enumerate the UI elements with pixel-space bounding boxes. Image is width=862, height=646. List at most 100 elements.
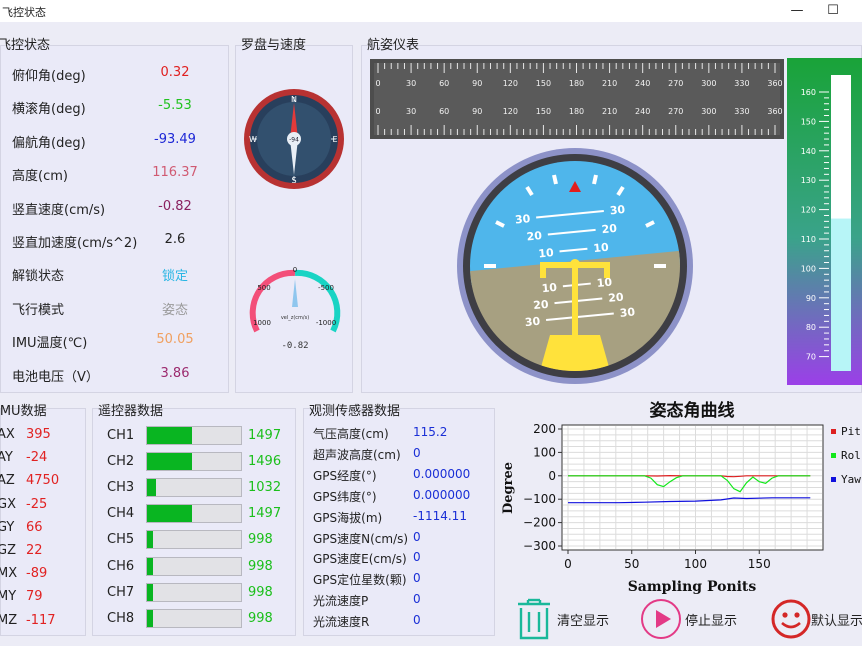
heading-tick-label-bottom: 30 <box>406 107 416 116</box>
pitch-label-left: 20 <box>526 229 543 243</box>
maximize-button[interactable]: ☐ <box>822 1 844 21</box>
heading-tick-label-top: 330 <box>734 79 749 88</box>
sensor-value: 0 <box>413 571 421 586</box>
status-label: 高度(cm) <box>12 169 68 185</box>
sensor-value: 0 <box>413 445 421 460</box>
heading-tick-label-bottom: 240 <box>635 107 650 116</box>
compass-letter-s: S <box>291 176 296 185</box>
status-value: 0.32 <box>160 65 190 80</box>
vertical-speed-needle <box>292 279 298 307</box>
sensor-value: 0 <box>413 550 421 565</box>
heading-tick-label-bottom: 0 <box>375 107 380 116</box>
status-label: 飞行模式 <box>12 302 65 318</box>
altitude-tick-label: 110 <box>801 235 816 244</box>
status-label: 竖直速度(cm/s) <box>12 202 106 218</box>
status-value: -0.82 <box>158 198 192 214</box>
compass-title: 罗盘与速度 <box>241 38 307 53</box>
clear-display-label: 清空显示 <box>557 614 610 629</box>
rc-title: 遥控器数据 <box>98 404 164 419</box>
sensor-label: 光流速度R <box>313 615 370 630</box>
status-row: 高度(cm) 116.37 <box>0 163 229 185</box>
chart-y-tick: 200 <box>533 422 556 436</box>
status-row: 解锁状态 锁定 <box>0 263 229 285</box>
minimize-button[interactable]: — <box>786 1 808 21</box>
altitude-tick-label: 70 <box>806 353 816 362</box>
status-row: 偏航角(deg) -93.49 <box>0 130 229 152</box>
heading-tick-label-bottom: 210 <box>602 107 617 116</box>
sensor-label: GPS速度E(cm/s) <box>313 552 407 567</box>
sensor-value: 0 <box>413 592 421 607</box>
heading-tick-label-bottom: 180 <box>569 107 584 116</box>
chart-y-tick: −200 <box>523 516 556 530</box>
pitch-label-right: 30 <box>609 203 626 217</box>
status-value: 2.6 <box>164 232 186 247</box>
imu-title: IMU数据 <box>0 404 47 419</box>
sensor-label: 气压高度(cm) <box>313 427 389 441</box>
sensor-value: 0.000000 <box>413 487 471 502</box>
sensor-row: 光流速度P 0 <box>0 592 495 610</box>
chart-y-tick: 100 <box>533 445 556 459</box>
sensor-label: GPS海拔(m) <box>313 510 383 525</box>
status-value: 50.05 <box>156 332 194 348</box>
chart-y-label: Degree <box>501 462 516 514</box>
gauge-tick-neg500: -500 <box>318 284 334 292</box>
sensor-value: 0.000000 <box>413 466 471 481</box>
gauge-tick-500: 500 <box>257 284 270 292</box>
heading-tick-label-top: 60 <box>439 79 449 88</box>
gauge-tick-1000: 1000 <box>253 319 271 327</box>
heading-tick-label-top: 30 <box>406 79 416 88</box>
window-title: 飞控状态 <box>2 6 46 19</box>
status-row: 竖直速度(cm/s) -0.82 <box>0 197 229 219</box>
sensor-row: 光流速度R 0 <box>0 613 495 631</box>
heading-tick-label-top: 240 <box>635 79 650 88</box>
heading-tick-label-top: 120 <box>503 79 518 88</box>
compass-letter-w: W <box>249 135 257 144</box>
stop-display-button[interactable]: 停止显示 <box>640 598 740 640</box>
chart-x-tick: 100 <box>684 557 707 571</box>
heading-tick-label-top: 360 <box>767 79 782 88</box>
chart-legend-swatch <box>831 453 836 458</box>
heading-tick-label-top: 150 <box>536 79 551 88</box>
status-value: -5.53 <box>158 98 192 114</box>
chart-legend-swatch <box>831 477 836 482</box>
sensor-label: GPS纬度(°) <box>313 489 377 504</box>
heading-tick-label-top: 180 <box>569 79 584 88</box>
compass-letter-n: N <box>291 95 297 104</box>
sensor-label: 光流速度P <box>313 594 369 609</box>
sensor-label: GPS定位星数(颗) <box>313 573 407 588</box>
status-value: 锁定 <box>161 269 188 285</box>
altitude-tick-label: 150 <box>801 117 816 126</box>
chart-x-tick: 50 <box>624 557 639 571</box>
pitch-label-left: 20 <box>533 298 550 312</box>
gauge-tick-neg1000: -1000 <box>316 319 336 327</box>
altitude-tick-label: 80 <box>806 323 816 332</box>
sensor-row: GPS经度(°) 0.000000 <box>0 467 495 485</box>
smiley-icon <box>771 599 811 639</box>
heading-tick-label-top: 270 <box>668 79 683 88</box>
compass-dial: -94 N E S W <box>244 89 344 189</box>
chart-legend-label: Rol <box>841 449 861 462</box>
attitude-indicator: 3030202010 1010 1020203030 <box>457 148 693 384</box>
heading-tape: 0 0 30 30 60 60 90 90 120 120 150 150 180 180 210 210 24… <box>370 59 784 139</box>
trash-icon <box>518 598 550 640</box>
heading-tick-label-bottom: 60 <box>439 107 449 116</box>
status-label: 横滚角(deg) <box>12 102 86 118</box>
altitude-tick-label: 140 <box>801 147 816 156</box>
status-value: 3.86 <box>160 365 190 381</box>
clear-display-button[interactable]: 清空显示 <box>514 598 614 640</box>
status-value: 116.37 <box>152 165 198 181</box>
sensor-row: GPS纬度(°) 0.000000 <box>0 488 495 506</box>
heading-tick-label-bottom: 270 <box>668 107 683 116</box>
status-value: 姿态 <box>161 302 188 318</box>
chart-legend-label: Pit <box>841 425 861 438</box>
heading-tick-label-top: 210 <box>602 79 617 88</box>
pitch-label-right: 30 <box>619 305 636 319</box>
pitch-label-left: 10 <box>541 281 558 295</box>
pitch-label-right: 20 <box>608 290 625 304</box>
chart-x-label: Sampling Ponits <box>628 579 757 595</box>
default-display-button[interactable]: 默认显示 <box>768 598 862 640</box>
altitude-tick-label: 120 <box>801 206 816 215</box>
status-label: 解锁状态 <box>12 269 65 285</box>
status-row: 飞行模式 姿态 <box>0 297 229 319</box>
status-row: IMU温度(℃) 50.05 <box>0 330 229 352</box>
